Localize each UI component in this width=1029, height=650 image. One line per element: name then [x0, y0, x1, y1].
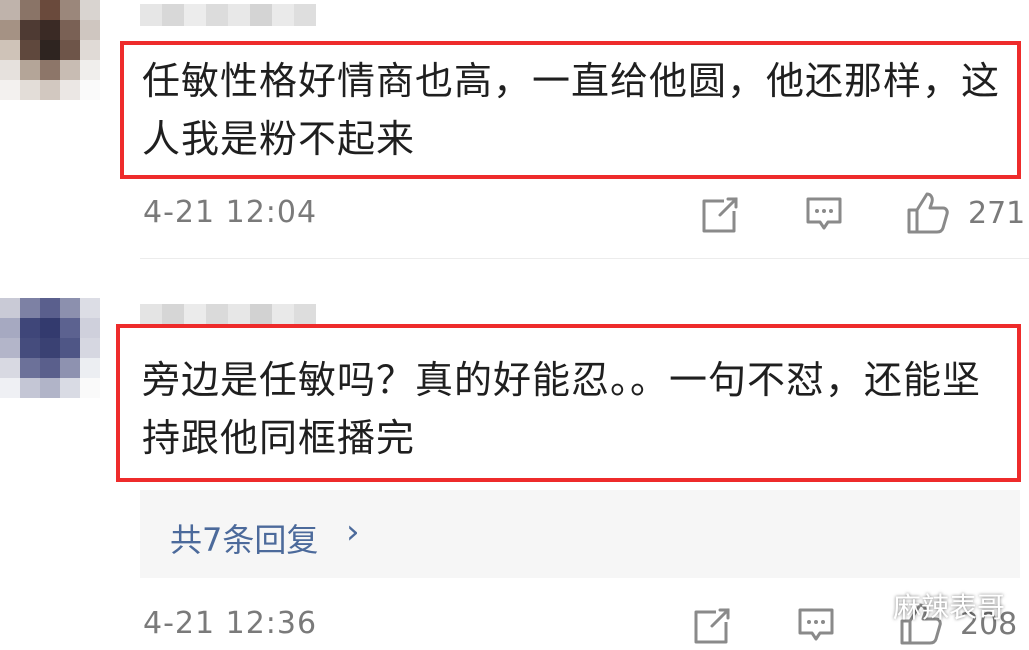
- comment-timestamp: 4-21 12:36: [143, 606, 318, 641]
- like-count: 271: [968, 196, 1026, 231]
- comment-icon[interactable]: [796, 605, 836, 645]
- comment-text-line: 持跟他同框播完: [142, 416, 416, 460]
- comment-text: 旁边是任敏吗？真的好能忍。。一句不怼，还能坚 持跟他同框播完: [142, 351, 981, 467]
- share-icon[interactable]: [698, 193, 742, 237]
- divider: [140, 258, 1029, 259]
- avatar[interactable]: [0, 298, 100, 398]
- comment-text: 任敏性格好情商也高，一直给他圆，他还那样，这 人我是粉不起来: [142, 52, 1000, 168]
- comment-text-line: 人我是粉不起来: [142, 117, 416, 161]
- comment-timestamp: 4-21 12:04: [143, 195, 318, 230]
- comment-text-line: 旁边是任敏吗？真的好能忍。。一句不怼，还能坚: [142, 358, 982, 402]
- share-icon[interactable]: [690, 604, 734, 648]
- chevron-right-icon: ›: [346, 512, 360, 552]
- replies-panel[interactable]: 共7条回复 ›: [140, 490, 1020, 578]
- view-replies-link[interactable]: 共7条回复: [170, 515, 318, 561]
- thumbs-up-icon[interactable]: [905, 190, 951, 236]
- username[interactable]: [140, 4, 316, 26]
- comment-icon[interactable]: [804, 194, 844, 234]
- username[interactable]: [140, 304, 316, 326]
- wechat-icon: [846, 587, 885, 619]
- watermark-text: 麻辣表哥: [893, 591, 1006, 624]
- avatar[interactable]: [0, 0, 100, 100]
- comment-text-line: 任敏性格好情商也高，一直给他圆，他还那样，这: [142, 59, 1001, 103]
